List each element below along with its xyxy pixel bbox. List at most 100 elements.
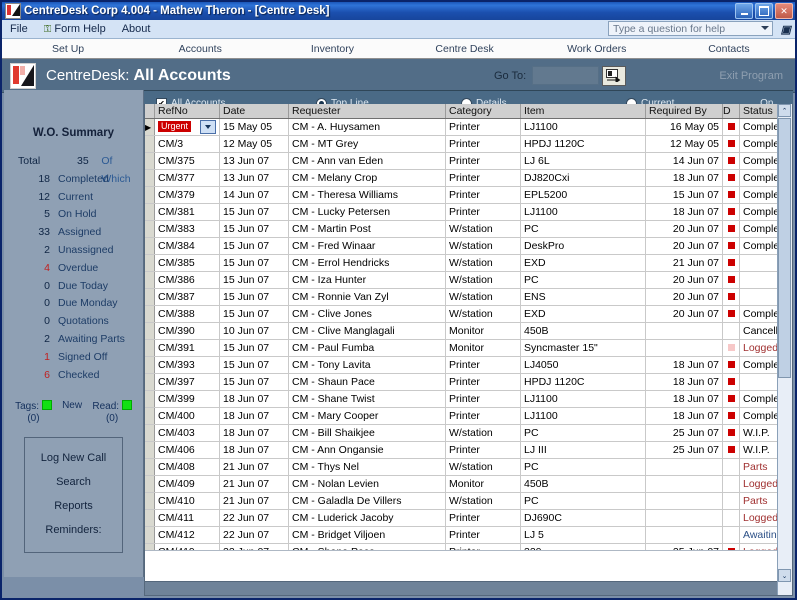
cell-date[interactable]: 15 Jun 07 xyxy=(219,220,289,238)
cell-requester[interactable]: CM - Iza Hunter xyxy=(288,271,446,289)
cell-date[interactable]: 15 Jun 07 xyxy=(219,203,289,221)
cell-refno[interactable]: CM/385 xyxy=(154,254,220,272)
cell-category[interactable]: Monitor xyxy=(445,322,521,340)
cell-requester[interactable]: CM - Theresa Williams xyxy=(288,186,446,204)
row-selector[interactable] xyxy=(145,509,155,527)
table-row[interactable]: CM/391 15 Jun 07 CM - Paul Fumba Monitor Syn… xyxy=(145,339,792,357)
cell-item[interactable]: PC xyxy=(520,424,646,442)
tab-work-orders[interactable]: Work Orders xyxy=(531,43,663,55)
cell-item[interactable]: DJ820Cxi xyxy=(520,169,646,187)
cell-required-by[interactable] xyxy=(645,458,723,476)
cell-refno[interactable]: CM/403 xyxy=(154,424,220,442)
summary-row-assigned[interactable]: 33 Assigned xyxy=(4,224,143,242)
cell-date[interactable]: 12 May 05 xyxy=(219,135,289,153)
summary-row-checked[interactable]: 6 Checked xyxy=(4,367,143,385)
row-selector[interactable] xyxy=(145,169,155,187)
cell-requester[interactable]: CM - Paul Fumba xyxy=(288,339,446,357)
cell-item[interactable]: EXD xyxy=(520,254,646,272)
chevron-down-icon[interactable] xyxy=(761,26,769,30)
col-required-by[interactable]: Required By xyxy=(645,104,723,119)
cell-required-by[interactable] xyxy=(645,339,723,357)
row-selector[interactable] xyxy=(145,390,155,408)
cell-refno[interactable]: CM/375 xyxy=(154,152,220,170)
cell-date[interactable]: 18 Jun 07 xyxy=(219,441,289,459)
table-row[interactable]: CM/408 21 Jun 07 CM - Thys Nel W/station PC P… xyxy=(145,458,792,476)
table-row[interactable]: CM/399 18 Jun 07 CM - Shane Twist Printer LJ… xyxy=(145,390,792,408)
cell-refno[interactable]: CM/386 xyxy=(154,271,220,289)
cell-requester[interactable]: CM - Melany Crop xyxy=(288,169,446,187)
cell-category[interactable]: Printer xyxy=(445,203,521,221)
cell-refno[interactable]: CM/411 xyxy=(154,509,220,527)
cell-refno[interactable]: CM/3 xyxy=(154,135,220,153)
row-selector[interactable] xyxy=(145,186,155,204)
cell-refno[interactable]: CM/384 xyxy=(154,237,220,255)
row-selector[interactable] xyxy=(145,373,155,391)
table-row[interactable]: CM/383 15 Jun 07 CM - Martin Post W/station… xyxy=(145,220,792,238)
row-selector[interactable] xyxy=(145,237,155,255)
cell-required-by[interactable]: 25 Jun 07 xyxy=(645,441,723,459)
row-selector[interactable]: ▶ xyxy=(145,118,155,136)
cell-item[interactable]: LJ1100 xyxy=(520,407,646,425)
cell-category[interactable]: Printer xyxy=(445,356,521,374)
row-selector[interactable] xyxy=(145,407,155,425)
cell-date[interactable]: 10 Jun 07 xyxy=(219,322,289,340)
summary-row-on-hold[interactable]: 5 On Hold xyxy=(4,206,143,224)
cell-category[interactable]: W/station xyxy=(445,220,521,238)
cell-date[interactable]: 21 Jun 07 xyxy=(219,458,289,476)
cell-required-by[interactable]: 20 Jun 07 xyxy=(645,271,723,289)
vertical-scrollbar[interactable]: ⌃ ⌄ xyxy=(777,104,792,595)
cell-category[interactable]: W/station xyxy=(445,424,521,442)
cell-required-by[interactable]: 18 Jun 07 xyxy=(645,203,723,221)
cell-refno[interactable]: Urgent xyxy=(154,118,220,136)
col-category[interactable]: Category xyxy=(445,104,521,119)
search-button[interactable]: Search xyxy=(25,470,122,494)
cell-date[interactable]: 15 Jun 07 xyxy=(219,288,289,306)
cell-item[interactable]: PC xyxy=(520,220,646,238)
cell-required-by[interactable] xyxy=(645,322,723,340)
cell-item[interactable]: DeskPro xyxy=(520,237,646,255)
cell-requester[interactable]: CM - Fred Winaar xyxy=(288,237,446,255)
cell-required-by[interactable]: 14 Jun 07 xyxy=(645,152,723,170)
cell-item[interactable]: 450B xyxy=(520,475,646,493)
cell-requester[interactable]: CM - MT Grey xyxy=(288,135,446,153)
cell-item[interactable]: LJ1100 xyxy=(520,118,646,136)
cell-requester[interactable]: CM - Martin Post xyxy=(288,220,446,238)
table-row[interactable]: CM/406 18 Jun 07 CM - Ann Ongansie Printer L… xyxy=(145,441,792,459)
cell-requester[interactable]: CM - Ann Ongansie xyxy=(288,441,446,459)
row-selector[interactable] xyxy=(145,305,155,323)
cell-category[interactable]: Printer xyxy=(445,526,521,544)
cell-date[interactable]: 18 Jun 07 xyxy=(219,424,289,442)
cell-required-by[interactable] xyxy=(645,526,723,544)
cell-date[interactable]: 15 Jun 07 xyxy=(219,356,289,374)
cell-required-by[interactable] xyxy=(645,509,723,527)
cell-required-by[interactable]: 18 Jun 07 xyxy=(645,356,723,374)
row-selector[interactable] xyxy=(145,441,155,459)
menu-item-about[interactable]: About xyxy=(114,22,159,36)
cell-item[interactable]: PC xyxy=(520,271,646,289)
cell-refno[interactable]: CM/393 xyxy=(154,356,220,374)
cell-category[interactable]: W/station xyxy=(445,305,521,323)
cell-category[interactable]: Printer xyxy=(445,390,521,408)
cell-date[interactable]: 13 Jun 07 xyxy=(219,152,289,170)
cell-requester[interactable]: CM - Shane Twist xyxy=(288,390,446,408)
cell-requester[interactable]: CM - Clive Manglagali xyxy=(288,322,446,340)
cell-date[interactable]: 15 Jun 07 xyxy=(219,271,289,289)
cell-item[interactable]: LJ4050 xyxy=(520,356,646,374)
cell-refno[interactable]: CM/410 xyxy=(154,492,220,510)
summary-row-signed-off[interactable]: 1 Signed Off xyxy=(4,349,143,367)
cell-item[interactable]: PC xyxy=(520,492,646,510)
window-restore-icon[interactable]: ▣ xyxy=(781,23,791,36)
table-row[interactable]: CM/388 15 Jun 07 CM - Clive Jones W/station… xyxy=(145,305,792,323)
cell-item[interactable]: EXD xyxy=(520,305,646,323)
cell-required-by[interactable]: 20 Jun 07 xyxy=(645,288,723,306)
cell-date[interactable]: 18 Jun 07 xyxy=(219,390,289,408)
cell-category[interactable]: Printer xyxy=(445,152,521,170)
summary-row-quotations[interactable]: 0 Quotations xyxy=(4,313,143,331)
cell-category[interactable]: Printer xyxy=(445,509,521,527)
cell-refno[interactable]: CM/399 xyxy=(154,390,220,408)
cell-refno[interactable]: CM/409 xyxy=(154,475,220,493)
cell-refno[interactable]: CM/400 xyxy=(154,407,220,425)
cell-item[interactable]: LJ1100 xyxy=(520,203,646,221)
cell-date[interactable]: 22 Jun 07 xyxy=(219,509,289,527)
cell-required-by[interactable]: 20 Jun 07 xyxy=(645,237,723,255)
